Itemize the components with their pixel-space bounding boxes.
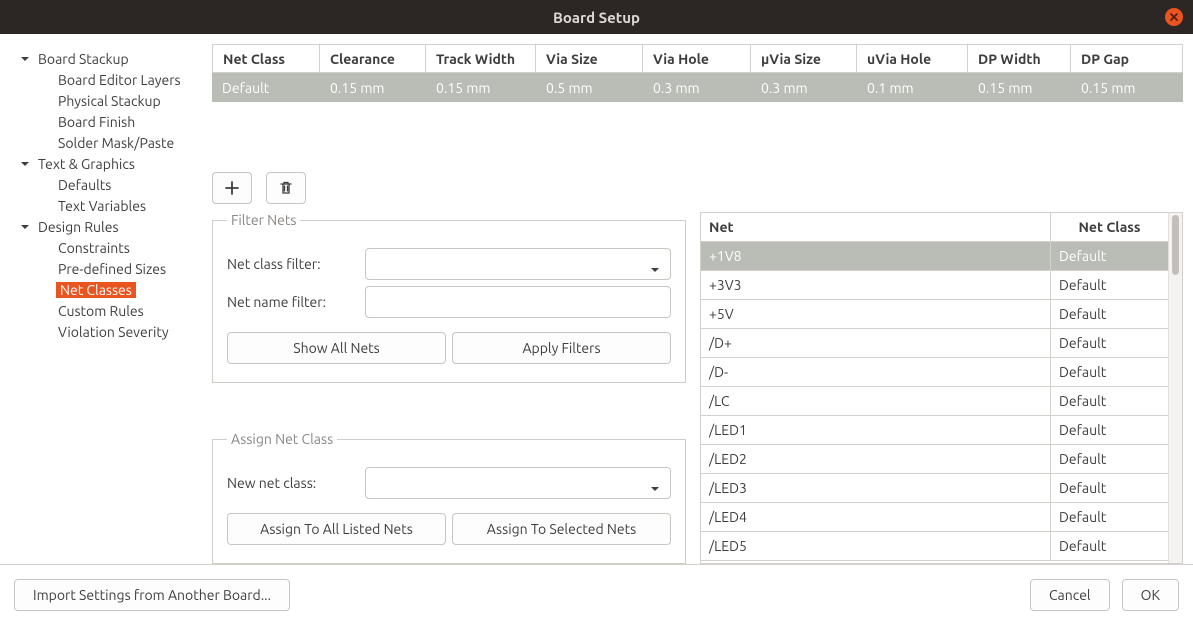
- net-class-cell: Default: [1051, 271, 1168, 299]
- close-icon[interactable]: [1165, 8, 1183, 26]
- nets-row[interactable]: +5VDefault: [701, 300, 1168, 329]
- net-name-filter-label: Net name filter:: [227, 294, 355, 310]
- cancel-button[interactable]: Cancel: [1030, 579, 1110, 611]
- net-name-cell: /LC: [701, 387, 1051, 415]
- tree-item[interactable]: Defaults: [10, 174, 204, 195]
- panel-legend: Assign Net Class: [227, 431, 337, 447]
- net-name-cell: +5V: [701, 300, 1051, 328]
- net-class-cell: Default: [1051, 416, 1168, 444]
- net-name-filter-input[interactable]: [365, 286, 671, 318]
- net-name-cell: /LED5: [701, 532, 1051, 560]
- filter-nets-panel: Filter Nets Net class filter: Net name f…: [212, 212, 686, 383]
- caret-down-icon: [16, 159, 34, 169]
- tree-item[interactable]: Text Variables: [10, 195, 204, 216]
- assign-to-selected-button[interactable]: Assign To Selected Nets: [452, 513, 671, 545]
- net-class-cell: Default: [1051, 532, 1168, 560]
- chevron-down-icon: [650, 261, 660, 277]
- tree-section-design-rules[interactable]: Design Rules: [10, 216, 204, 237]
- add-button[interactable]: [212, 172, 252, 204]
- column-header[interactable]: uVia Hole: [857, 44, 968, 73]
- net-class-cell: Default: [1051, 445, 1168, 473]
- nets-row[interactable]: /LED4Default: [701, 503, 1168, 532]
- tree-item[interactable]: Board Finish: [10, 111, 204, 132]
- sidebar: Board Stackup Board Editor Layers Physic…: [10, 44, 204, 564]
- column-header[interactable]: Net Class: [212, 44, 320, 73]
- nets-row[interactable]: +3V3Default: [701, 271, 1168, 300]
- tree-item[interactable]: Constraints: [10, 237, 204, 258]
- column-header[interactable]: Via Hole: [643, 44, 751, 73]
- tree-section-text-graphics[interactable]: Text & Graphics: [10, 153, 204, 174]
- window-title: Board Setup: [553, 9, 640, 26]
- trash-icon: [278, 180, 294, 196]
- assign-net-class-panel: Assign Net Class New net class: Assign T…: [212, 431, 686, 564]
- net-class-table: Net Class Clearance Track Width Via Size…: [212, 44, 1183, 162]
- nets-row[interactable]: /D-Default: [701, 358, 1168, 387]
- titlebar: Board Setup: [0, 0, 1193, 34]
- net-class-cell: Default: [1051, 387, 1168, 415]
- net-class-cell: Default: [1051, 300, 1168, 328]
- column-header[interactable]: Clearance: [320, 44, 426, 73]
- nets-row[interactable]: /LCDefault: [701, 387, 1168, 416]
- column-header[interactable]: DP Gap: [1071, 44, 1183, 73]
- net-name-cell: +1V8: [701, 242, 1051, 270]
- dialog-footer: Import Settings from Another Board... Ca…: [0, 564, 1193, 627]
- ok-button[interactable]: OK: [1122, 579, 1179, 611]
- net-class-filter-dropdown[interactable]: [365, 248, 671, 280]
- net-class-cell: Default: [1051, 503, 1168, 531]
- panel-legend: Filter Nets: [227, 212, 300, 228]
- column-header-net-class[interactable]: Net Class: [1051, 213, 1168, 241]
- net-class-filter-label: Net class filter:: [227, 256, 355, 272]
- vertical-scrollbar[interactable]: [1168, 213, 1182, 563]
- net-class-cell: Default: [1051, 474, 1168, 502]
- caret-down-icon: [16, 222, 34, 232]
- column-header[interactable]: DP Width: [968, 44, 1071, 73]
- nets-table: Net Net Class +1V8Default+3V3Default+5VD…: [700, 212, 1183, 564]
- nets-row[interactable]: /LED1Default: [701, 416, 1168, 445]
- net-class-row[interactable]: Default 0.15 mm 0.15 mm 0.5 mm 0.3 mm 0.…: [212, 73, 1183, 102]
- net-name-cell: /LED4: [701, 503, 1051, 531]
- new-net-class-dropdown[interactable]: [365, 467, 671, 499]
- delete-button[interactable]: [266, 172, 306, 204]
- apply-filters-button[interactable]: Apply Filters: [452, 332, 671, 364]
- nets-row[interactable]: /LED3Default: [701, 474, 1168, 503]
- nets-row[interactable]: /LED5Default: [701, 532, 1168, 561]
- tree-section-board-stackup[interactable]: Board Stackup: [10, 48, 204, 69]
- net-name-cell: /LED3: [701, 474, 1051, 502]
- assign-to-all-button[interactable]: Assign To All Listed Nets: [227, 513, 446, 545]
- column-header[interactable]: Via Size: [536, 44, 643, 73]
- show-all-nets-button[interactable]: Show All Nets: [227, 332, 446, 364]
- nets-row[interactable]: /LED2Default: [701, 445, 1168, 474]
- tree-item[interactable]: Board Editor Layers: [10, 69, 204, 90]
- tree-item-net-classes[interactable]: Net Classes: [10, 279, 204, 300]
- net-class-cell: Default: [1051, 329, 1168, 357]
- tree-item[interactable]: Pre-defined Sizes: [10, 258, 204, 279]
- net-class-cell: Default: [1051, 358, 1168, 386]
- column-header[interactable]: µVia Size: [751, 44, 857, 73]
- scrollbar-thumb[interactable]: [1172, 215, 1179, 275]
- tree-item[interactable]: Solder Mask/Paste: [10, 132, 204, 153]
- tree-item[interactable]: Violation Severity: [10, 321, 204, 342]
- caret-down-icon: [16, 54, 34, 64]
- net-name-cell: /D+: [701, 329, 1051, 357]
- plus-icon: [224, 180, 240, 196]
- chevron-down-icon: [650, 480, 660, 496]
- tree-item[interactable]: Custom Rules: [10, 300, 204, 321]
- column-header[interactable]: Track Width: [426, 44, 536, 73]
- net-name-cell: /LED1: [701, 416, 1051, 444]
- import-settings-button[interactable]: Import Settings from Another Board...: [14, 579, 290, 611]
- net-class-cell: Default: [1051, 242, 1168, 270]
- nets-row[interactable]: /D+Default: [701, 329, 1168, 358]
- net-name-cell: /D-: [701, 358, 1051, 386]
- nets-row[interactable]: +1V8Default: [701, 242, 1168, 271]
- net-name-cell: +3V3: [701, 271, 1051, 299]
- column-header-net[interactable]: Net: [701, 213, 1051, 241]
- new-net-class-label: New net class:: [227, 475, 355, 491]
- tree-item[interactable]: Physical Stackup: [10, 90, 204, 111]
- net-name-cell: /LED2: [701, 445, 1051, 473]
